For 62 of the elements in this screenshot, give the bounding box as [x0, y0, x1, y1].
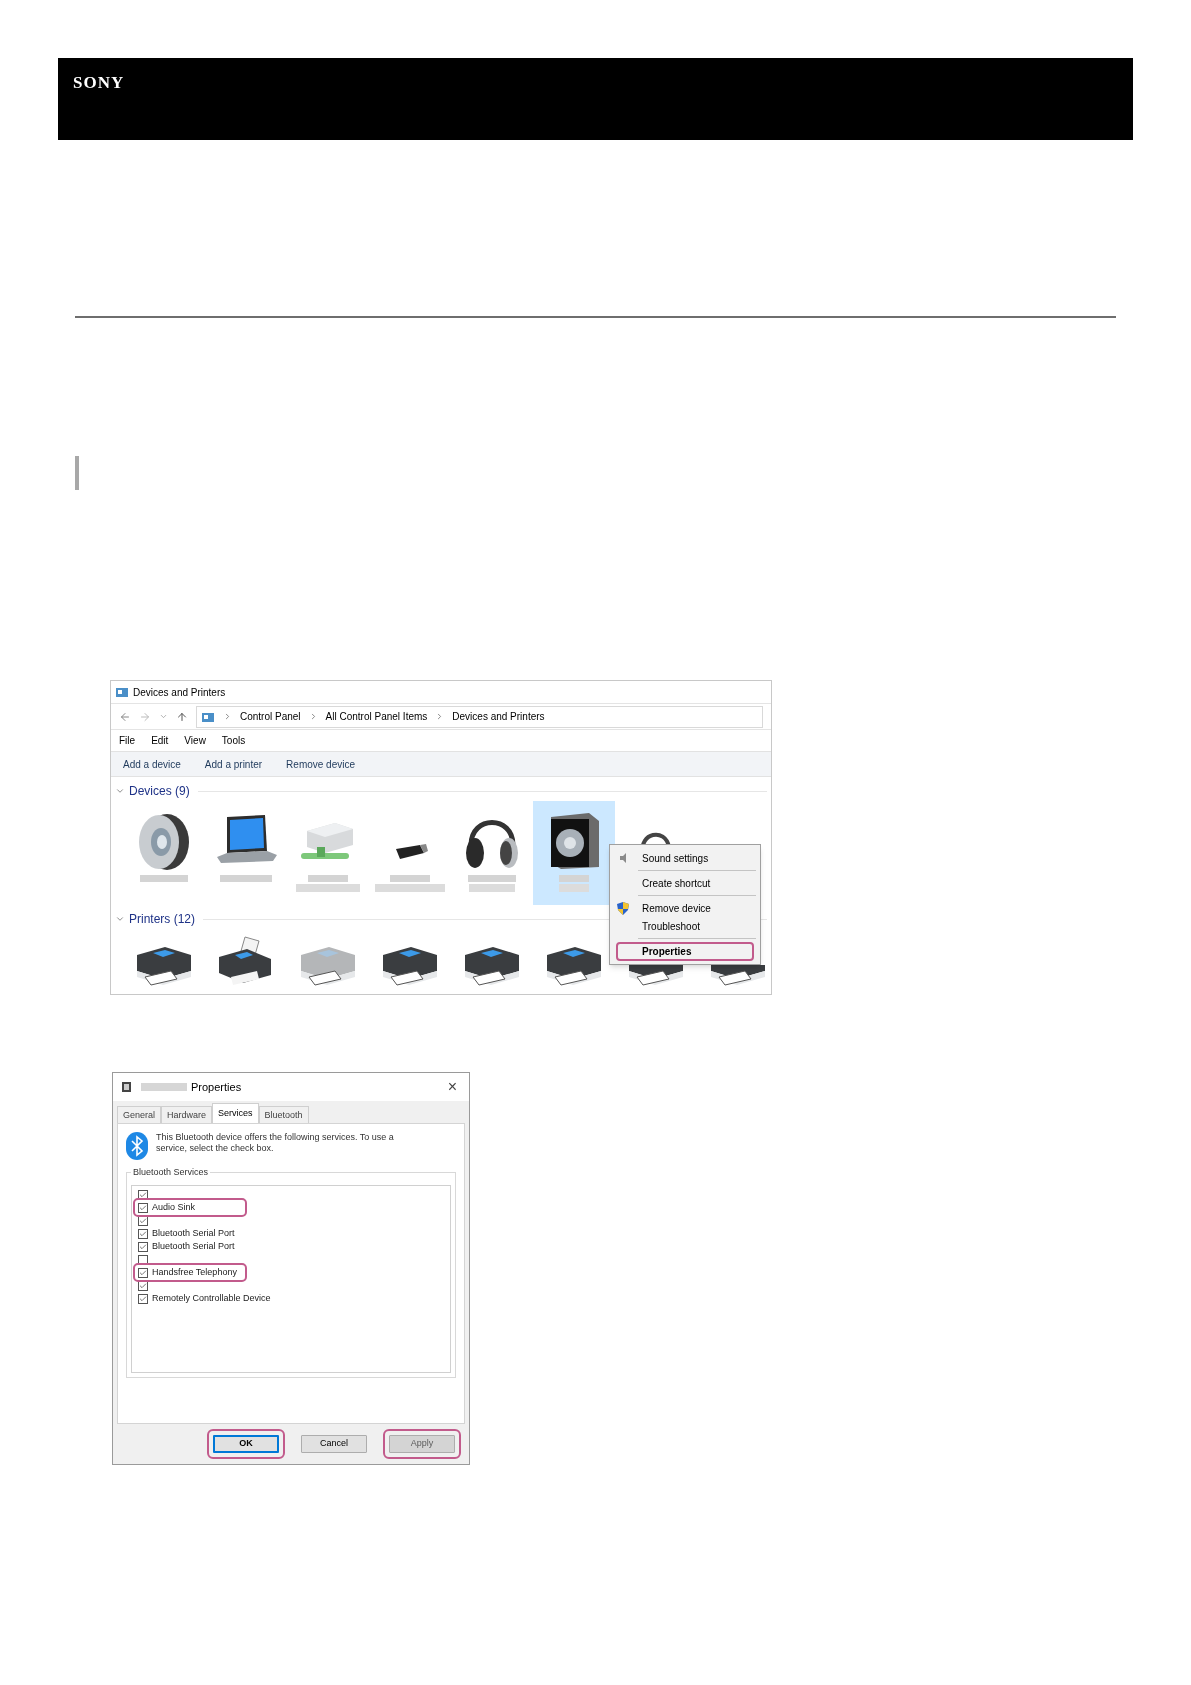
context-menu-item[interactable]: Properties	[616, 941, 754, 961]
service-checkbox[interactable]	[138, 1267, 148, 1278]
blurred-label	[220, 875, 272, 882]
service-checkbox[interactable]	[138, 1280, 148, 1291]
breadcrumb-separator-icon	[223, 712, 232, 721]
service-label: Audio Sink	[152, 1200, 196, 1214]
blurred-label	[296, 875, 360, 892]
blurred-label	[375, 875, 445, 892]
devices-folder-icon	[201, 710, 215, 723]
menu-item[interactable]: View	[184, 733, 206, 748]
service-checkbox[interactable]	[138, 1202, 148, 1213]
window-title: Devices and Printers	[133, 685, 226, 700]
blurred-label	[559, 875, 589, 892]
menu-item[interactable]: Edit	[151, 733, 169, 748]
device-tile[interactable]	[533, 801, 615, 905]
service-row[interactable]: Remotely Controllable Device	[133, 1292, 277, 1305]
service-checkbox[interactable]	[138, 1293, 148, 1304]
dialog-button[interactable]: OK	[213, 1435, 279, 1453]
brand-logo[interactable]: SONY	[73, 73, 125, 92]
bluetooth-icon	[126, 1132, 148, 1160]
device-icon	[121, 1081, 133, 1093]
context-menu-item[interactable]: Troubleshoot	[636, 916, 706, 936]
group-heading[interactable]: Devices (9)	[129, 782, 190, 800]
tab[interactable]: Hardware	[161, 1106, 213, 1123]
command-button[interactable]: Add a device	[123, 756, 181, 772]
close-button[interactable]: ×	[443, 1075, 461, 1099]
context-menu-item[interactable]: Remove device	[636, 898, 717, 918]
up-icon[interactable]	[176, 710, 188, 723]
service-row[interactable]: Audio Sink	[133, 1198, 247, 1217]
menu-item[interactable]: Tools	[221, 733, 246, 748]
speaker-icon	[619, 852, 627, 864]
service-row[interactable]: Bluetooth Serial Port	[133, 1240, 247, 1253]
tab[interactable]: General	[117, 1106, 162, 1123]
service-label: Handsfree Telephony	[152, 1265, 237, 1279]
service-label: Bluetooth Serial Port	[152, 1226, 235, 1240]
context-menu-item[interactable]: Sound settings	[636, 848, 715, 868]
service-checkbox[interactable]	[138, 1228, 148, 1239]
tab[interactable]: Bluetooth	[258, 1106, 309, 1123]
command-button[interactable]: Add a printer	[204, 756, 263, 772]
service-label: Bluetooth Serial Port	[152, 1239, 235, 1253]
blurred-label	[141, 1083, 187, 1091]
service-row[interactable]: Handsfree Telephony	[133, 1263, 247, 1282]
service-checkbox[interactable]	[138, 1215, 148, 1226]
breadcrumb-item[interactable]: All Control Panel Items	[325, 709, 428, 724]
address-bar[interactable]: Control Panel All Control Panel Items Devices and Printers	[196, 705, 763, 728]
tab[interactable]: Services	[212, 1103, 259, 1123]
dialog-button[interactable]: Cancel	[301, 1435, 367, 1453]
devices-folder-icon	[115, 686, 129, 698]
breadcrumb-item[interactable]: Control Panel	[240, 709, 301, 724]
description-text: This Bluetooth device offers the following services. To use a service, select the check box.	[156, 1132, 395, 1154]
breadcrumb-item[interactable]: Devices and Printers	[452, 709, 545, 724]
group-heading[interactable]: Printers (12)	[129, 910, 196, 928]
command-button[interactable]: Remove device	[286, 756, 355, 772]
menu-item[interactable]: File	[119, 733, 136, 748]
service-row[interactable]: Bluetooth Serial Port	[133, 1227, 247, 1240]
blurred-label	[468, 875, 516, 892]
service-label: Remotely Controllable Device	[152, 1291, 271, 1305]
shield-icon	[617, 901, 629, 915]
dialog-title: Properties	[191, 1079, 242, 1095]
context-menu-item[interactable]: Create shortcut	[636, 873, 717, 893]
blurred-label	[140, 875, 188, 882]
service-checkbox[interactable]	[138, 1241, 148, 1252]
